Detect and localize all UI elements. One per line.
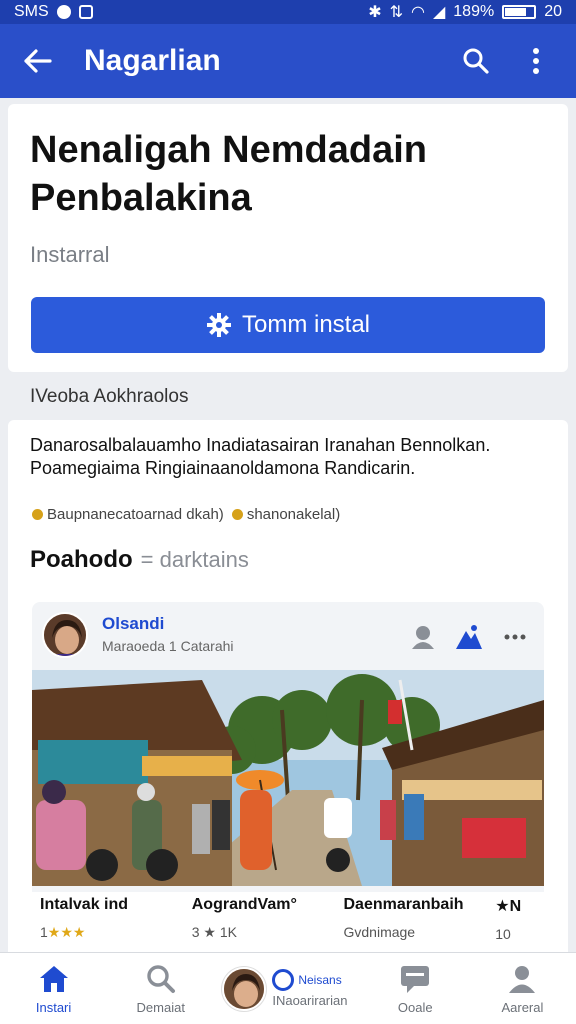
back-arrow-icon[interactable]: [18, 41, 58, 81]
install-button-label: Tomm instal: [241, 311, 371, 338]
tag-chip[interactable]: shanonakelal): [231, 506, 340, 523]
tag-dot-icon: [32, 509, 43, 520]
status-bar: SMS ✱ ⇅ ◠ ◢ 189% 20: [0, 0, 576, 24]
related-app-item[interactable]: Daenmaranbaih Gvdnimage: [336, 892, 488, 960]
signal-icon: ◢: [432, 4, 446, 21]
tag-row: Baupnanecatoarnad dkah) shanonakelal): [32, 506, 340, 523]
app-description: Danarosalbalauamho Inadiatasairan Iranah…: [30, 435, 491, 478]
clock: 20: [544, 3, 562, 20]
battery-percent: 189%: [453, 3, 495, 20]
more-vert-icon[interactable]: [514, 39, 558, 83]
app-title: Nenaligah Nemdadain Penbalakina: [30, 129, 427, 219]
related-app-item[interactable]: AograndVam° 3 ★ 1K: [184, 892, 336, 960]
nav-account[interactable]: Aareral: [469, 953, 576, 1024]
status-sms-text: SMS: [14, 3, 49, 20]
battery-icon: [502, 5, 537, 19]
nav-chat[interactable]: Ooale: [362, 953, 469, 1024]
bottom-nav: Instari Demaiat Neisans INaoarirarian Oo…: [0, 952, 576, 1024]
share-icon[interactable]: [454, 622, 484, 652]
tag-chip[interactable]: Baupnanecatoarnad dkah): [32, 506, 224, 523]
home-icon: [37, 962, 71, 996]
person-icon: [505, 962, 539, 996]
app-header-card: Nenaligah Nemdadain Penbalakina Instarra…: [8, 104, 568, 372]
post-author-avatar[interactable]: [42, 612, 88, 658]
notification-dot-icon: [56, 5, 71, 19]
nav-search[interactable]: Demaiat: [107, 953, 214, 1024]
app-notification-icon: [78, 5, 93, 19]
star-rating-icon: ★★★: [47, 924, 86, 940]
related-app-item[interactable]: ★N 10: [487, 892, 544, 960]
post-author-name[interactable]: Olsandi: [102, 614, 164, 634]
search-icon[interactable]: [454, 39, 498, 83]
vibrate-icon: ⇅: [389, 4, 403, 21]
subheading: Poahodo = darktains: [30, 546, 249, 574]
search-icon: [144, 962, 178, 996]
chat-icon: [398, 962, 432, 996]
app-bar-title: Nagarlian: [84, 44, 221, 77]
content-card: Danarosalbalauamho Inadiatasairan Iranah…: [8, 420, 568, 960]
install-status: Instarral: [30, 242, 110, 267]
profile-avatar: [222, 966, 267, 1011]
more-horiz-icon[interactable]: [500, 622, 530, 652]
post-street-photo[interactable]: [32, 670, 544, 886]
status-ring-icon: [272, 969, 295, 991]
wifi-icon: ◠: [411, 4, 425, 21]
bluetooth-icon: ✱: [368, 4, 382, 21]
subheading-sub: = darktains: [140, 547, 249, 572]
related-apps-row: Intalvak ind 1★★★ AograndVam° 3 ★ 1K Dae…: [32, 892, 544, 960]
person-icon[interactable]: [408, 622, 438, 652]
nav-profile[interactable]: Neisans INaoarirarian: [214, 953, 361, 1024]
related-app-item[interactable]: Intalvak ind 1★★★: [32, 892, 184, 960]
install-button[interactable]: Tomm instal: [31, 297, 545, 353]
subheading-main: Poahodo: [30, 546, 133, 573]
post-card[interactable]: Olsandi Maraoeda 1 Catarahi Intalvak ind…: [32, 602, 544, 960]
nav-home[interactable]: Instari: [0, 953, 107, 1024]
app-bar: Nagarlian: [0, 24, 576, 98]
section-label: IVeoba Aokhraolos: [30, 386, 189, 407]
post-meta: Maraoeda 1 Catarahi: [102, 638, 234, 654]
gear-icon: [206, 313, 231, 337]
tag-dot-icon: [231, 509, 243, 520]
